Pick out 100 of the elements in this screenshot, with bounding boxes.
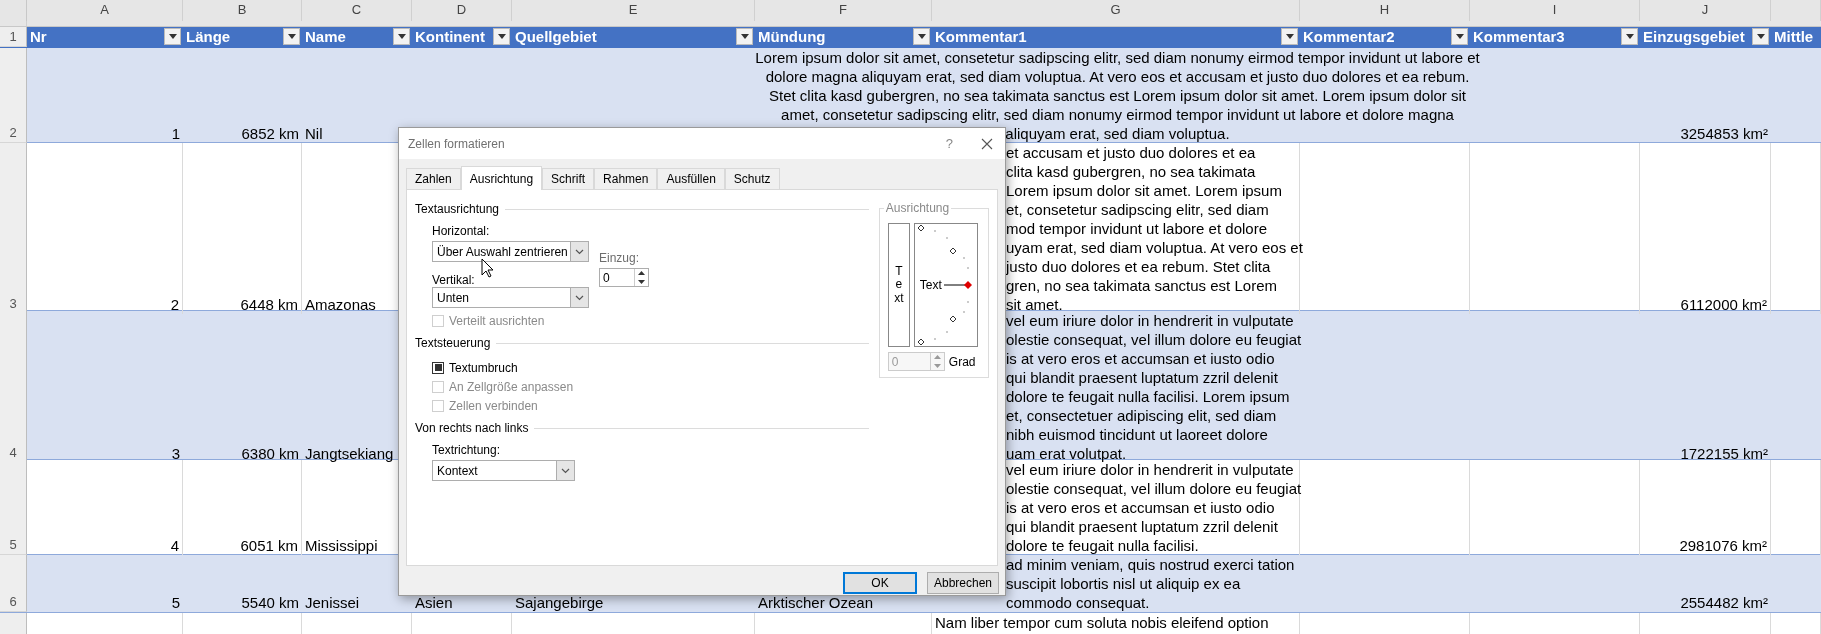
checkbox-label: Zellen verbinden: [449, 398, 538, 413]
table-cell: 5540 km: [241, 593, 299, 612]
column-letter[interactable]: A: [27, 0, 183, 21]
table-cell: 3: [171, 444, 180, 463]
column-header: Nr: [30, 28, 47, 46]
filter-dropdown-button[interactable]: [913, 28, 930, 46]
table-cell: 2: [170, 295, 179, 314]
filter-dropdown-button[interactable]: [1752, 28, 1769, 46]
table-cell: Arktischer Ozean: [758, 593, 874, 612]
close-icon[interactable]: [981, 137, 993, 150]
field-label: Horizontal:: [432, 224, 491, 238]
column-letter[interactable]: G: [932, 0, 1300, 21]
field-label: Grad: [948, 354, 976, 369]
triangle-down-icon: [1285, 34, 1294, 40]
column-letter[interactable]: B: [183, 0, 302, 21]
tab[interactable]: Zahlen: [406, 168, 461, 189]
column-header: Einzugsgebiet: [1643, 28, 1745, 46]
table-cell: 2554482 km²: [1680, 593, 1768, 612]
tab[interactable]: Schrift: [542, 168, 595, 189]
table-cell: 1722155 km²: [1680, 444, 1768, 463]
comment-text: vel eum iriure dolor in hendrerit in vulputate olestie consequat, vel illum dolore eu feugiat is at vero eros et accumsan et iusto odio qui blandit praesent luptatum zzril delenit dolore te feugait nulla facilisi. Lorem ipsum et, consectetuer adipiscing elit, sed diam nibh euismod tincidunt ut laoreet dolore uam erat volutpat.: [1006, 311, 1302, 463]
table-cell: Jangtsekiang: [305, 444, 394, 463]
dialog-title: Zellen formatieren: [408, 136, 506, 151]
row-number[interactable]: 5: [0, 460, 27, 555]
comment-text: ad minim veniam, quis nostrud exerci tation suscipit lobortis nisl ut aliquip ex ea commodo consequat.: [1006, 555, 1295, 612]
filter-dropdown-button[interactable]: [393, 28, 410, 46]
comment-text: vel eum iriure dolor in hendrerit in vulputate olestie consequat, vel illum dolore eu feugiat is at vero eros et accumsan et iusto odio qui blandit praesent luptatum zzril delenit dolore te feugait nulla facilisi.: [1006, 461, 1302, 555]
filter-dropdown-button[interactable]: [1451, 28, 1468, 46]
checkbox-label: Verteilt ausrichten: [449, 313, 545, 328]
column-letter[interactable]: E: [512, 0, 755, 21]
row-number[interactable]: 4: [0, 311, 27, 463]
filter-dropdown-button[interactable]: [1621, 28, 1638, 46]
filter-dropdown-button[interactable]: [736, 28, 753, 46]
checkbox[interactable]: [432, 361, 444, 374]
table-cell: 1: [171, 124, 180, 143]
tab[interactable]: Schutz: [724, 168, 780, 189]
column-letter[interactable]: J: [1640, 0, 1771, 21]
orientation-pointer-icon[interactable]: [943, 281, 972, 289]
filter-dropdown-button[interactable]: [1281, 28, 1298, 46]
table-cell: 4: [170, 536, 179, 555]
vertical-text-button[interactable]: Text: [887, 223, 910, 347]
dropdown-field[interactable]: Kontext: [432, 460, 575, 481]
dropdown-field[interactable]: Unten: [432, 287, 589, 308]
table-cell: 6448 km: [240, 295, 298, 314]
row-number[interactable]: 3: [0, 143, 27, 314]
triangle-down-icon: [1625, 34, 1634, 40]
filter-dropdown-button[interactable]: [164, 28, 181, 46]
orientation-dial[interactable]: Text: [913, 223, 978, 347]
column-letter[interactable]: F: [755, 0, 932, 21]
section-heading: Von rechts nach links: [415, 421, 529, 435]
table-cell: 6051 km: [240, 536, 298, 555]
triangle-down-icon: [740, 34, 749, 40]
column-letter[interactable]: D: [412, 0, 512, 21]
triangle-down-icon: [1455, 34, 1464, 40]
filter-dropdown-button[interactable]: [283, 28, 300, 46]
tab[interactable]: Rahmen: [594, 168, 658, 189]
column-header: Name: [305, 28, 346, 46]
spin-field[interactable]: 0: [599, 268, 649, 287]
spin-down-icon[interactable]: [638, 279, 645, 284]
column-letter[interactable]: H: [1300, 0, 1470, 21]
field-label: Einzug:: [599, 251, 641, 265]
row-number[interactable]: 2: [0, 48, 27, 143]
spin-up-icon[interactable]: [638, 271, 645, 276]
column-header: Kommentar3: [1473, 28, 1565, 46]
triangle-down-icon: [497, 34, 506, 40]
checkbox-label: Textumbruch: [449, 360, 518, 375]
table-cell: Mississippi: [305, 536, 378, 555]
column-header: Mittle: [1774, 28, 1814, 46]
section-heading: Textsteuerung: [415, 336, 491, 350]
chevron-down-icon: [561, 467, 570, 474]
column-header: Kontinent: [415, 28, 485, 46]
column-letter[interactable]: I: [1470, 0, 1640, 21]
column-letter[interactable]: C: [302, 0, 412, 21]
dial-label: Text: [919, 278, 942, 292]
dialog-button[interactable]: OK: [843, 572, 917, 594]
dropdown-field[interactable]: Über Auswahl zentrieren: [432, 241, 589, 262]
table-cell: 6852 km: [241, 124, 299, 143]
table-cell: Nil: [305, 124, 323, 143]
column-header: Mündung: [758, 28, 826, 46]
table-cell: 3254853 km²: [1680, 124, 1768, 143]
row-number[interactable]: 1: [0, 27, 27, 47]
table-cell: 2981076 km²: [1679, 536, 1767, 555]
table-cell: Jenissei: [305, 593, 360, 612]
dialog-button[interactable]: Abbrechen: [927, 572, 999, 594]
triangle-down-icon: [1756, 34, 1765, 40]
triangle-down-icon: [168, 34, 177, 40]
row-number[interactable]: 6: [0, 555, 27, 612]
table-cell: Sajangebirge: [515, 593, 604, 612]
chevron-down-icon: [575, 294, 584, 301]
tab[interactable]: Ausrichtung: [460, 166, 543, 190]
triangle-down-icon: [917, 34, 926, 40]
column-header: Kommentar2: [1303, 28, 1395, 46]
column-header: Kommentar1: [935, 28, 1027, 46]
comment-text: et accusam et justo duo dolores et ea clita kasd gubergren, no sea takimata Lorem ipsum dolor sit amet. Lorem ipsum et, consetetur sadipscing elitr, sed diam mod tempor invidunt ut labore et dolore uyam erat, sed diam voluptua. At vero eos et justo duo dolores et ea rebum. Stet clita gren, no sea takimata sanctus est Lorem sit amet.: [1006, 143, 1303, 314]
column-header: Länge: [186, 28, 231, 46]
tab[interactable]: Ausfüllen: [657, 168, 725, 189]
table-cell: 5: [171, 593, 180, 612]
filter-dropdown-button[interactable]: [493, 28, 510, 46]
table-cell: Amazonas: [305, 295, 376, 314]
checkbox-label: An Zellgröße anpassen: [449, 379, 574, 394]
